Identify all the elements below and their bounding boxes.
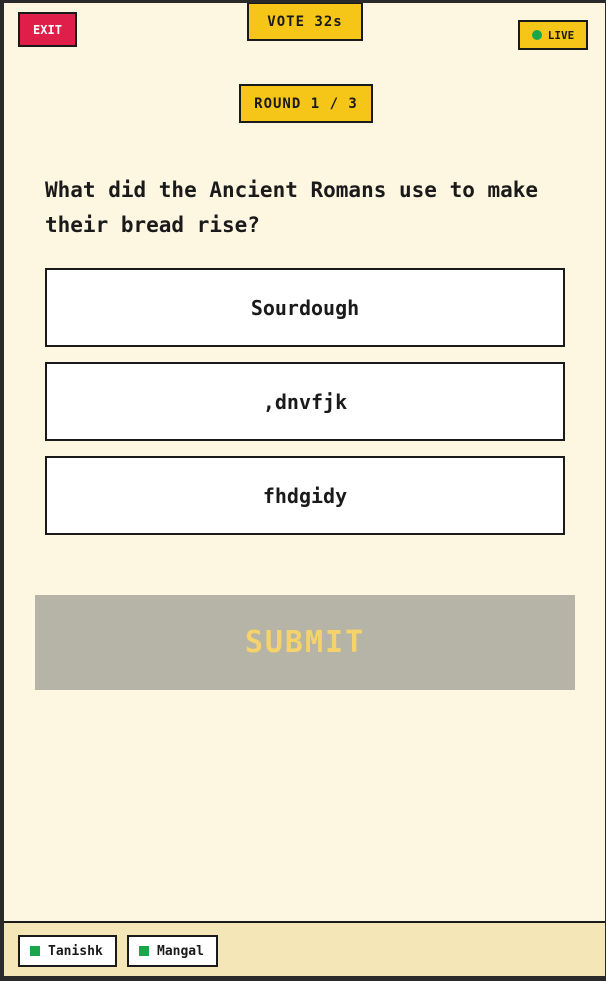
game-screen: EXIT VOTE 32s LIVE ROUND 1 / 3 What did … — [4, 3, 605, 976]
live-indicator-icon — [531, 30, 542, 40]
player-status-icon — [139, 946, 149, 956]
live-label: LIVE — [547, 28, 575, 42]
submit-button[interactable]: SUBMIT — [35, 595, 575, 690]
live-badge: LIVE — [518, 20, 588, 50]
round-indicator: ROUND 1 / 3 — [239, 84, 373, 123]
exit-button[interactable]: EXIT — [18, 12, 77, 47]
player-status-icon — [30, 946, 40, 956]
player-name: Tanishk — [48, 943, 103, 959]
answer-option[interactable]: ,dnvfjk — [45, 362, 565, 441]
answer-option-label: fhdgidy — [262, 483, 348, 508]
question-text: What did the Ancient Romans use to make … — [45, 178, 539, 237]
answer-option-label: ,dnvfjk — [262, 389, 348, 414]
player-chip: Tanishk — [18, 935, 117, 967]
answer-option[interactable]: fhdgidy — [45, 456, 565, 535]
player-bar: Tanishk Mangal — [4, 921, 605, 976]
answer-option[interactable]: Sourdough — [45, 268, 565, 347]
player-name: Mangal — [157, 943, 204, 959]
answer-option-label: Sourdough — [250, 295, 360, 320]
vote-timer: VOTE 32s — [247, 3, 363, 41]
player-chip: Mangal — [127, 935, 218, 967]
